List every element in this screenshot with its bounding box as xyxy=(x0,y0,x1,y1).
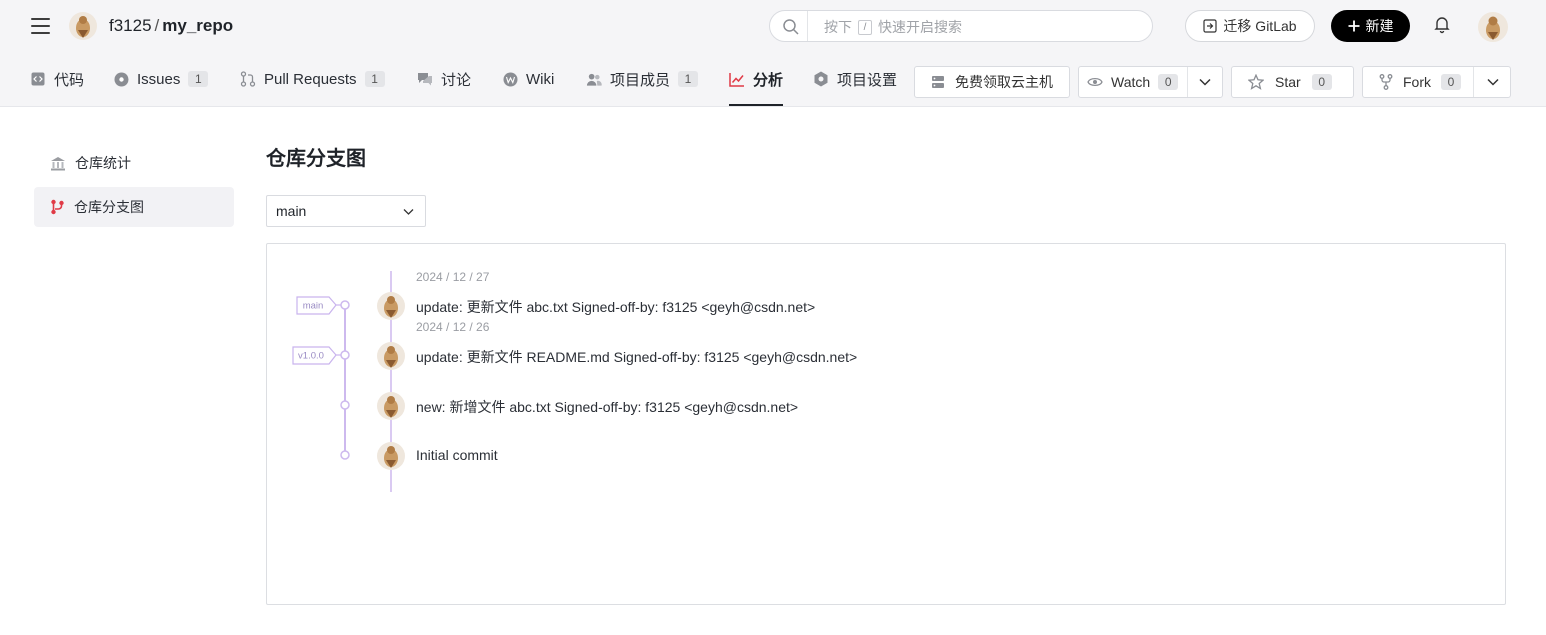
commit-author-avatar[interactable] xyxy=(377,392,405,420)
notification-bell-icon[interactable] xyxy=(1432,14,1452,34)
commit-node xyxy=(340,300,350,310)
ref-tag-main: main xyxy=(303,301,324,312)
commit-author-avatar[interactable] xyxy=(377,292,405,320)
commit-message[interactable]: update: 更新文件 abc.txt Signed-off-by: f312… xyxy=(416,297,815,317)
branch-select-value: main xyxy=(276,203,307,219)
free-cloud-host-button[interactable]: 免费领取云主机 xyxy=(914,66,1070,98)
search-input[interactable]: 按下 / 快速开启搜索 xyxy=(769,10,1153,42)
chevron-down-icon xyxy=(403,209,414,215)
tab-label: 代码 xyxy=(54,71,85,89)
tab-label: 项目设置 xyxy=(837,71,898,89)
repo-breadcrumb: f3125/my_repo xyxy=(109,15,233,37)
branch-graph-lines: main v1.0.0 xyxy=(292,271,392,492)
migrate-gitlab-label: 迁移 GitLab xyxy=(1223,18,1297,34)
tab-discussion[interactable]: 讨论 xyxy=(417,52,471,106)
path-separator: / xyxy=(154,16,160,35)
code-icon xyxy=(30,71,46,87)
wiki-icon xyxy=(502,71,518,87)
repo-name-link[interactable]: my_repo xyxy=(162,16,233,35)
tab-wiki[interactable]: Wiki xyxy=(502,52,554,106)
fork-count-badge: 0 xyxy=(1441,74,1461,90)
repo-owner-link[interactable]: f3125 xyxy=(109,16,152,35)
search-hint-prefix: 按下 xyxy=(824,19,852,35)
menu-icon[interactable] xyxy=(30,15,52,37)
watch-count-badge: 0 xyxy=(1158,74,1179,90)
star-icon xyxy=(1248,74,1264,90)
commit-node xyxy=(340,400,350,410)
tab-issues[interactable]: Issues 1 xyxy=(113,52,209,106)
issues-count-badge: 1 xyxy=(188,71,209,87)
members-count-badge: 1 xyxy=(678,71,699,87)
analytics-icon xyxy=(729,71,745,87)
tab-code[interactable]: 代码 xyxy=(30,52,84,106)
star-label: Star xyxy=(1275,74,1301,90)
search-shortcut-key: / xyxy=(858,19,872,35)
pull-requests-count-badge: 1 xyxy=(364,71,385,87)
commit-author-avatar[interactable] xyxy=(377,442,405,470)
search-hint-suffix: 快速开启搜索 xyxy=(878,19,962,35)
pull-request-icon xyxy=(240,71,256,87)
chevron-down-icon[interactable] xyxy=(1198,75,1212,89)
tab-label: Issues xyxy=(137,70,181,88)
settings-icon xyxy=(813,71,829,87)
plus-icon xyxy=(1348,20,1359,32)
star-count-badge: 0 xyxy=(1311,74,1332,90)
commit-date: 2024 / 12 / 27 xyxy=(416,270,490,284)
tab-label: 分析 xyxy=(753,71,784,89)
tab-members[interactable]: 项目成员 1 xyxy=(586,52,699,106)
chevron-down-icon[interactable] xyxy=(1486,75,1500,89)
branch-select[interactable]: main xyxy=(266,195,426,227)
user-avatar[interactable] xyxy=(1478,12,1508,42)
commit-message[interactable]: update: 更新文件 README.md Signed-off-by: f3… xyxy=(416,347,857,367)
repo-avatar[interactable] xyxy=(69,12,97,40)
commit-date: 2024 / 12 / 26 xyxy=(416,320,490,334)
branch-graph-panel: main v1.0.0 2024 / 12 / 27 update: 更新文件 … xyxy=(266,243,1506,605)
fork-button[interactable]: Fork 0 xyxy=(1362,66,1511,98)
tab-label: Wiki xyxy=(526,70,555,88)
commit-message[interactable]: Initial commit xyxy=(416,447,498,463)
discussion-icon xyxy=(417,71,433,87)
new-button[interactable]: 新建 xyxy=(1331,10,1410,42)
eye-icon xyxy=(1087,77,1103,87)
tab-label: 项目成员 xyxy=(610,71,671,89)
sidebar-item-label: 仓库分支图 xyxy=(74,199,144,215)
issues-icon xyxy=(113,71,129,87)
watch-label: Watch xyxy=(1111,74,1151,90)
top-header: f3125/my_repo 按下 / 快速开启搜索 迁移 GitLab 新建 xyxy=(0,0,1546,52)
repo-stats-icon xyxy=(51,156,65,170)
tab-analytics[interactable]: 分析 xyxy=(729,52,784,106)
server-icon xyxy=(932,76,944,88)
sidebar-item-label: 仓库统计 xyxy=(75,155,131,171)
fork-icon xyxy=(1379,74,1393,90)
branch-graph-icon xyxy=(51,199,64,215)
commit-node xyxy=(340,350,350,360)
sidebar-item-repo-stats[interactable]: 仓库统计 xyxy=(34,143,234,183)
import-icon xyxy=(1203,19,1218,33)
ref-tag-v100: v1.0.0 xyxy=(298,351,324,362)
new-button-label: 新建 xyxy=(1365,18,1394,34)
commit-node xyxy=(340,450,350,460)
commit-author-avatar[interactable] xyxy=(377,342,405,370)
sidebar-item-branch-graph[interactable]: 仓库分支图 xyxy=(34,187,234,227)
search-icon xyxy=(783,19,799,35)
watch-button[interactable]: Watch 0 xyxy=(1078,66,1223,98)
free-cloud-host-label: 免费领取云主机 xyxy=(955,74,1053,90)
migrate-gitlab-button[interactable]: 迁移 GitLab xyxy=(1185,10,1315,42)
tab-pull-requests[interactable]: Pull Requests 1 xyxy=(240,52,385,106)
page-title: 仓库分支图 xyxy=(266,148,366,170)
tab-label: 讨论 xyxy=(441,71,472,89)
repo-nav-bar: 代码 Issues 1 Pull Requests 1 讨论 Wiki 项目成员… xyxy=(0,52,1546,107)
tab-label: Pull Requests xyxy=(264,70,357,88)
fork-label: Fork xyxy=(1403,74,1431,90)
members-icon xyxy=(586,71,602,87)
search-placeholder: 按下 / 快速开启搜索 xyxy=(824,17,962,37)
commit-message[interactable]: new: 新增文件 abc.txt Signed-off-by: f3125 <… xyxy=(416,397,798,417)
star-button[interactable]: Star 0 xyxy=(1231,66,1354,98)
tab-settings[interactable]: 项目设置 xyxy=(813,52,897,106)
